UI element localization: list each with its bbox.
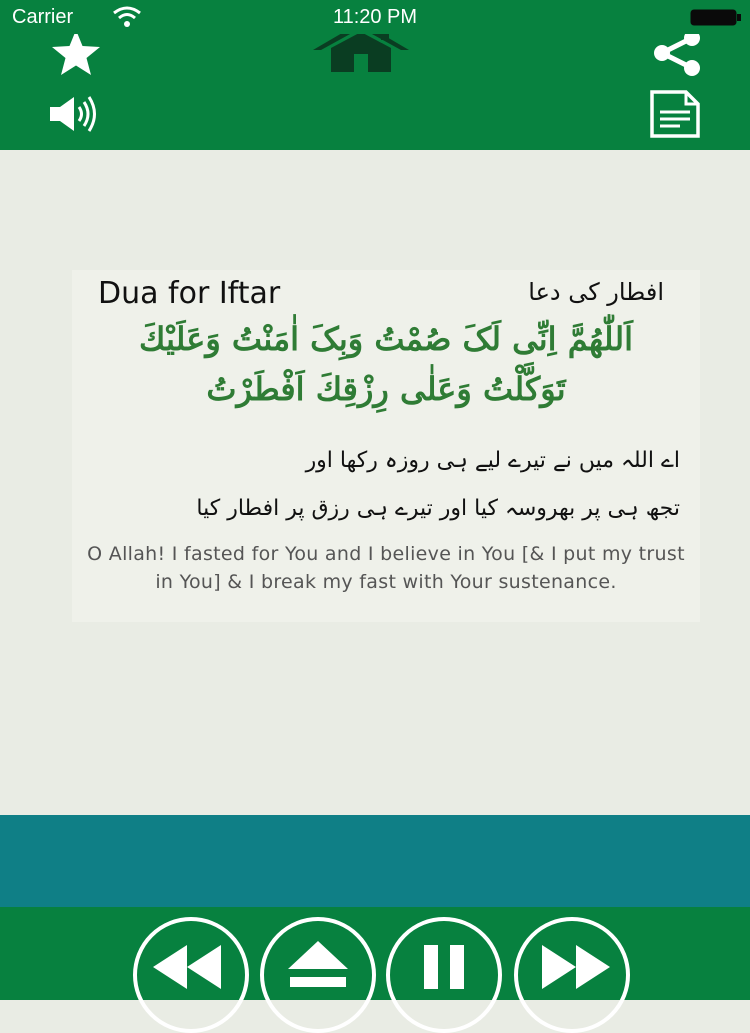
pause-icon [424, 945, 464, 989]
audio-player-bar [0, 907, 750, 1033]
eject-icon [288, 941, 348, 987]
arabic-text-line-2: تَوَکَّلْتُ وَعَلٰی رِزْقِكَ اَفْطَرْتُ [206, 370, 566, 408]
pause-button[interactable] [386, 917, 502, 1033]
urdu-translation-line-2: تجھ ہی پر بھروسہ کیا اور تیرے ہی رزق پر … [196, 496, 680, 521]
share-button[interactable] [648, 28, 706, 78]
english-translation: O Allah! I fasted for You and I believe … [87, 543, 685, 593]
sound-button[interactable] [48, 92, 102, 136]
fast-forward-icon [542, 945, 610, 989]
dua-card: Dua for Iftar افطار کی دعا اَللّٰهُمَّ ا… [72, 270, 700, 622]
document-icon [650, 90, 700, 138]
clock: 11:20 PM [332, 6, 418, 28]
share-icon [654, 30, 700, 76]
speaker-icon [50, 96, 96, 132]
dua-title: Dua for Iftar [98, 276, 281, 311]
document-button[interactable] [644, 88, 706, 140]
star-icon [52, 30, 100, 75]
battery-icon [690, 9, 741, 26]
rewind-button[interactable] [133, 917, 249, 1033]
content-area: Dua for Iftar افطار کی دعا اَللّٰهُمَّ ا… [0, 150, 750, 815]
status-bar: Carrier 11:20 PM [0, 0, 750, 34]
eject-button[interactable] [260, 917, 376, 1033]
dua-title-urdu: افطار کی دعا [528, 278, 664, 306]
favorite-button[interactable] [48, 28, 104, 78]
banner-area [0, 815, 750, 907]
arabic-text-line-1: اَللّٰهُمَّ اِنِّی لَکَ صُمْتُ وَبِکَ اٰ… [139, 320, 633, 358]
fast-forward-button[interactable] [514, 917, 630, 1033]
rewind-icon [153, 945, 221, 989]
urdu-translation-line-1: اے اللہ میں نے تیرے لیے ہی روزہ رکھا اور [305, 448, 680, 473]
